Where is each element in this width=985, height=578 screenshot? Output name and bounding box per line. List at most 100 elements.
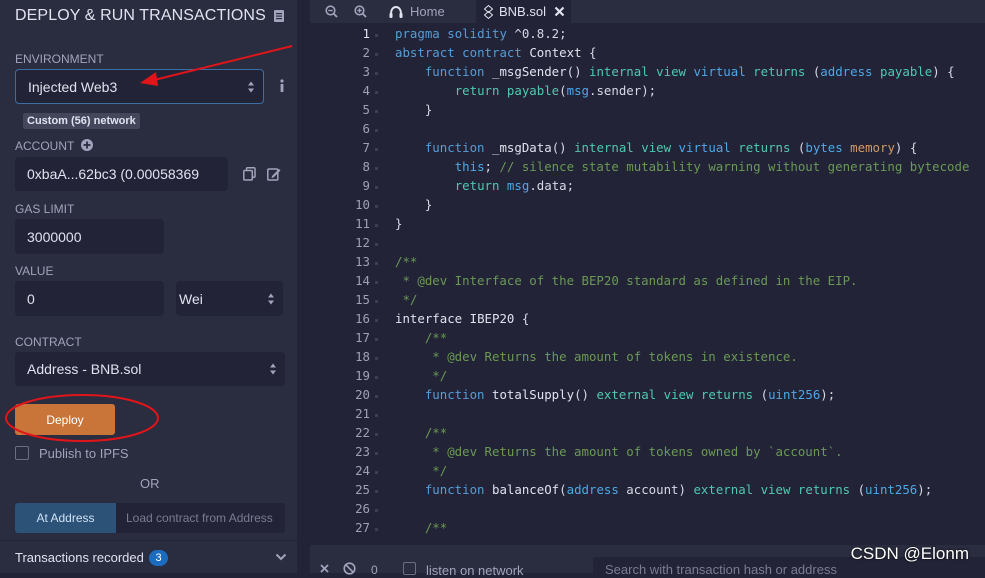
code-text: */ (395, 463, 448, 478)
fold-marker (375, 224, 378, 227)
edit-icon[interactable] (267, 167, 281, 181)
line-number: 26 (355, 501, 370, 516)
code-line[interactable]: 6 (310, 121, 985, 140)
value-unit: Wei (179, 290, 203, 307)
code-line[interactable]: 15 */ (310, 292, 985, 311)
line-number: 12 (355, 235, 370, 250)
code-line[interactable]: 10 } (310, 197, 985, 216)
code-text: } (395, 197, 433, 212)
line-number: 5 (362, 102, 370, 117)
value-unit-select[interactable]: Wei (176, 281, 283, 316)
code-line[interactable]: 5 } (310, 102, 985, 121)
tab-home[interactable]: Home (380, 0, 475, 23)
value-amount: 0 (27, 290, 35, 307)
add-account-icon[interactable] (81, 139, 93, 151)
zoom-out-icon[interactable] (325, 5, 338, 18)
code-text: return payable(msg.sender); (454, 83, 657, 98)
code-line[interactable]: 21 (310, 406, 985, 425)
line-number: 27 (355, 520, 370, 535)
code-line[interactable]: 1 pragma solidity ^0.8.2; (310, 26, 985, 45)
publish-ipfs-checkbox[interactable] (15, 446, 29, 460)
code-line[interactable]: 3 function _msgSender() internal view vi… (310, 64, 985, 83)
copy-icon[interactable] (243, 167, 256, 181)
line-number: 22 (355, 425, 370, 440)
docs-icon[interactable] (273, 9, 285, 23)
code-line[interactable]: 14 * @dev Interface of the BEP20 standar… (310, 273, 985, 292)
code-line[interactable]: 12 (310, 235, 985, 254)
or-divider: OR (140, 476, 160, 491)
code-line[interactable]: 8 this; // silence state mutability warn… (310, 159, 985, 178)
clear-console-icon[interactable] (343, 562, 356, 575)
at-address-button[interactable]: At Address (15, 503, 116, 533)
code-text: function totalSupply() external view ret… (424, 387, 836, 402)
publish-ipfs-label: Publish to IPFS (39, 446, 129, 461)
environment-value: Injected Web3 (28, 78, 118, 95)
code-line[interactable]: 24 */ (310, 463, 985, 482)
transactions-count-badge: 3 (149, 550, 168, 566)
fold-marker (375, 72, 378, 75)
code-text: */ (395, 292, 418, 307)
environment-label: ENVIRONMENT (15, 52, 104, 66)
code-line[interactable]: 2 abstract contract Context { (310, 45, 985, 64)
code-line[interactable]: 7 function _msgData() internal view virt… (310, 140, 985, 159)
listen-network-checkbox[interactable] (403, 562, 416, 575)
line-number: 25 (355, 482, 370, 497)
code-line[interactable]: 4 return payable(msg.sender); (310, 83, 985, 102)
code-line[interactable]: 16 interface IBEP20 { (310, 311, 985, 330)
gas-limit-input[interactable]: 3000000 (15, 219, 164, 254)
panel-title: DEPLOY & RUN TRANSACTIONS (15, 7, 266, 24)
account-select[interactable]: 0xbaA...62bc3 (0.00058369 (15, 157, 228, 191)
code-line[interactable]: 13 /** (310, 254, 985, 273)
line-number: 6 (362, 121, 370, 136)
select-arrows-icon (268, 293, 274, 304)
at-address-input[interactable]: Load contract from Address (116, 503, 285, 533)
code-line[interactable]: 23 * @dev Returns the amount of tokens o… (310, 444, 985, 463)
fold-marker (375, 110, 378, 113)
fold-marker (375, 376, 378, 379)
code-text: */ (395, 368, 448, 383)
code-line[interactable]: 25 function balanceOf(address account) e… (310, 482, 985, 501)
watermark: CSDN @Elonm (850, 544, 969, 563)
code-line[interactable]: 27 /** (310, 520, 985, 539)
code-line[interactable]: 9 return msg.data; (310, 178, 985, 197)
code-text: function _msgSender() internal view virt… (424, 64, 955, 79)
tab-home-label: Home (410, 4, 445, 19)
tab-bnb-sol[interactable]: BNB.sol (476, 0, 571, 23)
panel-splitter[interactable] (297, 0, 310, 573)
close-icon[interactable] (554, 6, 565, 17)
fold-marker (375, 338, 378, 341)
environment-select[interactable]: Injected Web3 (15, 69, 264, 104)
fold-marker (375, 243, 378, 246)
line-number: 14 (355, 273, 370, 288)
code-text: interface IBEP20 { (395, 311, 530, 326)
code-line[interactable]: 17 /** (310, 330, 985, 349)
code-text: } (395, 216, 403, 231)
tab-file-label: BNB.sol (499, 4, 546, 19)
collapse-icon[interactable] (320, 564, 329, 573)
code-line[interactable]: 11} (310, 216, 985, 235)
deploy-button[interactable]: Deploy (15, 404, 115, 435)
line-number: 3 (362, 64, 370, 79)
code-line[interactable]: 18 * @dev Returns the amount of tokens i… (310, 349, 985, 368)
value-input[interactable]: 0 (15, 281, 164, 316)
contract-select[interactable]: Address - BNB.sol (15, 352, 285, 386)
code-line[interactable]: 26 (310, 501, 985, 520)
code-line[interactable]: 20 function totalSupply() external view … (310, 387, 985, 406)
fold-marker (375, 319, 378, 322)
fold-marker (375, 471, 378, 474)
fold-marker (375, 148, 378, 151)
line-number: 17 (355, 330, 370, 345)
info-icon[interactable] (278, 79, 286, 93)
tx-search-placeholder: Search with transaction hash or address (605, 562, 837, 577)
zoom-in-icon[interactable] (354, 5, 367, 18)
gas-limit-label: GAS LIMIT (15, 202, 75, 216)
code-line[interactable]: 19 */ (310, 368, 985, 387)
code-text: abstract contract Context { (395, 45, 597, 60)
code-editor[interactable]: 1 pragma solidity ^0.8.2; 2 abstract contra… (310, 23, 985, 545)
code-text: function _msgData() internal view virtua… (424, 140, 918, 155)
fold-marker (375, 509, 378, 512)
transactions-recorded-label[interactable]: Transactions recorded (15, 550, 144, 565)
code-line[interactable]: 22 /** (310, 425, 985, 444)
chevron-down-icon[interactable] (275, 553, 287, 561)
panel-divider (0, 540, 297, 541)
